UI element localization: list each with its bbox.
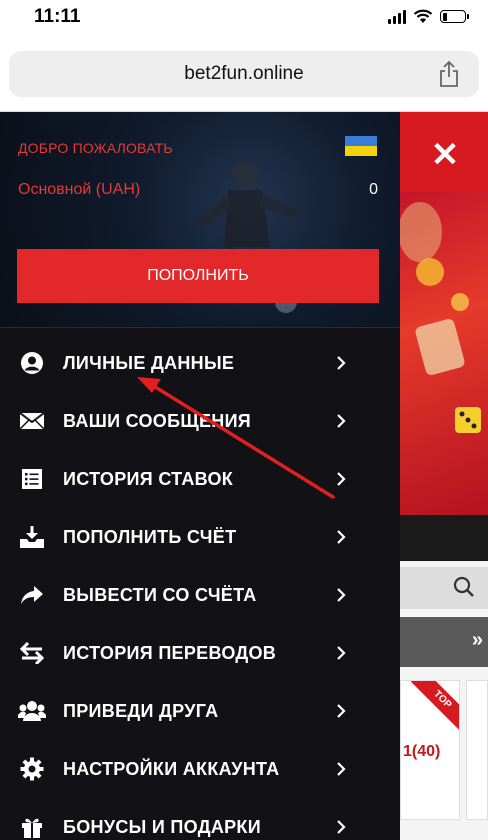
users-icon [18,697,46,725]
status-bar: 11:11 [0,0,488,36]
account-label: Основной (UAH) [18,181,141,198]
casino-artwork [400,202,481,433]
cellular-signal-icon [388,9,406,24]
status-icons [388,9,469,24]
list-icon [18,465,46,493]
menu-item-bonuses[interactable]: БОНУСЫ И ПОДАРКИ [0,798,400,840]
menu-item-label: ВЫВЕСТИ СО СЧЁТА [63,584,257,605]
share-icon[interactable] [437,60,461,88]
share-arrow-icon [18,581,46,609]
menu-divider [0,327,400,328]
chevron-right-icon [337,704,346,718]
menu-item-personal-data[interactable]: ЛИЧНЫЕ ДАННЫЕ [0,334,400,392]
menu-item-messages[interactable]: ВАШИ СООБЩЕНИЯ [0,392,400,450]
menu-item-label: БОНУСЫ И ПОДАРКИ [63,816,261,837]
chevron-right-icon [337,472,346,486]
chevron-right-icon [337,530,346,544]
site-background: ✕ » TOP 1(40) [400,112,488,840]
game-card[interactable]: TOP 1(40) [400,680,460,820]
site-nav-strip [400,515,488,561]
menu-list: ЛИЧНЫЕ ДАННЫЕ ВАШИ СООБЩЕНИЯ ИСТОРИЯ СТА… [0,334,400,840]
chevron-right-icon [337,646,346,660]
menu-item-withdraw[interactable]: ВЫВЕСТИ СО СЧЁТА [0,566,400,624]
scroll-more-icon[interactable]: » [472,629,483,652]
menu-item-transfer-history[interactable]: ИСТОРИЯ ПЕРЕВОДОВ [0,624,400,682]
battery-icon [440,10,469,23]
address-bar[interactable]: bet2fun.online [9,51,479,97]
account-balance: 0 [369,181,378,198]
menu-item-label: НАСТРОЙКИ АККАУНТА [63,758,280,779]
card-odds: 1(40) [403,743,441,760]
status-time: 11:11 [34,6,81,27]
chevron-right-icon [337,820,346,834]
user-icon [18,349,46,377]
promo-banner[interactable]: ✕ [400,112,488,515]
envelope-icon [18,407,46,435]
battery-level [442,12,447,21]
gear-icon [18,755,46,783]
menu-item-invite-friend[interactable]: ПРИВЕДИ ДРУГА [0,682,400,740]
menu-item-label: ПОПОЛНИТЬ СЧЁТ [63,526,237,547]
chevron-right-icon [337,414,346,428]
menu-item-label: ВАШИ СООБЩЕНИЯ [63,410,252,431]
chevron-right-icon [337,762,346,776]
mobile-screen: 11:11 bet2fun.online ✕ » TOP 1(40) ДОБРО… [0,0,488,840]
url-text[interactable]: bet2fun.online [9,63,479,85]
welcome-text: ДОБРО ПОЖАЛОВАТЬ [18,140,173,156]
banner-artwork [400,192,488,515]
menu-item-label: ПРИВЕДИ ДРУГА [63,700,219,721]
menu-item-label: ЛИЧНЫЕ ДАННЫЕ [63,352,235,373]
site-category-bar: » [400,617,488,667]
search-icon[interactable] [452,575,476,599]
ukraine-flag-icon[interactable] [345,136,377,156]
chevron-right-icon [337,588,346,602]
site-search-field[interactable] [400,567,488,609]
transfer-arrows-icon [18,639,46,667]
menu-item-bet-history[interactable]: ИСТОРИЯ СТАВОК [0,450,400,508]
menu-item-deposit[interactable]: ПОПОЛНИТЬ СЧЁТ [0,508,400,566]
menu-item-account-settings[interactable]: НАСТРОЙКИ АККАУНТА [0,740,400,798]
menu-item-label: ИСТОРИЯ ПЕРЕВОДОВ [63,642,277,663]
menu-item-label: ИСТОРИЯ СТАВОК [63,468,234,489]
deposit-button[interactable]: ПОПОЛНИТЬ [17,249,379,303]
gift-icon [18,813,46,840]
side-menu: ДОБРО ПОЖАЛОВАТЬ Основной (UAH) 0 ПОПОЛН… [0,112,400,840]
menu-header: ДОБРО ПОЖАЛОВАТЬ Основной (UAH) 0 ПОПОЛН… [0,112,400,327]
game-card[interactable] [466,680,488,820]
browser-toolbar: bet2fun.online [0,36,488,112]
wifi-icon [413,9,433,23]
top-ribbon: TOP [410,681,459,732]
close-menu-button[interactable]: ✕ [430,138,460,172]
chevron-right-icon [337,356,346,370]
download-tray-icon [18,523,46,551]
